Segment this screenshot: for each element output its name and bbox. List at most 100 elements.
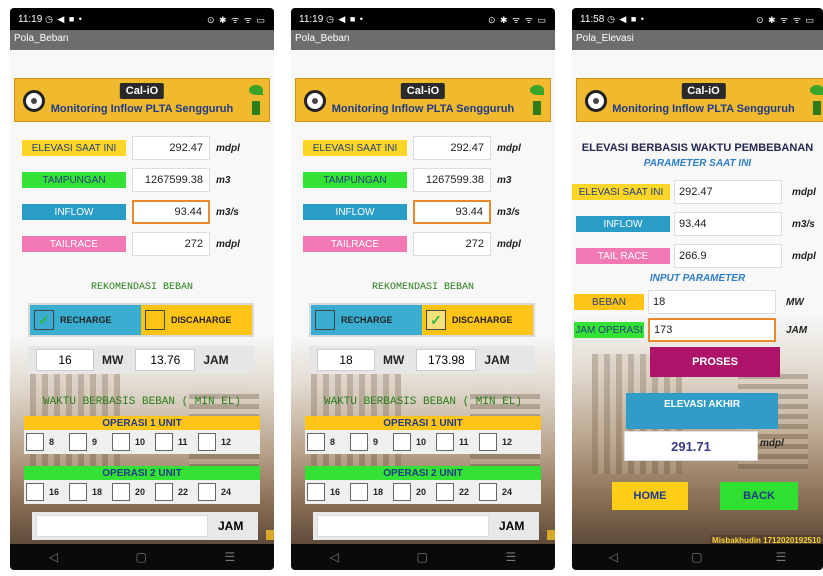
hour-checkbox[interactable]: 10	[393, 433, 428, 451]
nav-back-icon[interactable]: ◁	[609, 550, 618, 564]
value-inflow[interactable]: 93.44	[132, 200, 210, 224]
nav-menu-icon[interactable]: ☰	[505, 550, 516, 564]
edge-tag	[547, 530, 555, 540]
field-tailrace: TAIL RACE 266.9 mdpl	[576, 244, 816, 268]
hour-checkbox[interactable]: 22	[436, 483, 471, 501]
hour-checkbox[interactable]: 16	[307, 483, 342, 501]
unit-inflow: m3/s	[216, 206, 239, 218]
field-elevasi: ELEVASI SAAT INI 292.47 mdpl	[572, 180, 816, 204]
checkbox-icon	[198, 483, 216, 501]
field-inflow: INFLOW 93.44 m3/s	[576, 212, 815, 236]
hour-checkbox[interactable]: 20	[112, 483, 147, 501]
value-tailrace[interactable]: 272	[132, 232, 210, 256]
checkbox-icon	[436, 433, 454, 451]
label-elevasi: ELEVASI SAAT INI	[572, 184, 670, 200]
back-button[interactable]: BACK	[720, 482, 798, 510]
hour-label: 24	[502, 487, 513, 497]
beban-input[interactable]: 18	[648, 290, 776, 314]
android-nav-bar: ◁ ▢ ☰	[10, 544, 274, 570]
discharge-label: DISCAHARGE	[452, 315, 513, 325]
plant-icon	[530, 85, 544, 115]
operasi-1-panel: OPERASI 1 UNIT 8 9 10 11 12	[305, 416, 541, 454]
field-elevasi: ELEVASI SAAT INI 292.47 mdpl	[303, 136, 521, 160]
nav-menu-icon[interactable]: ☰	[776, 550, 787, 564]
value-elevasi[interactable]: 292.47	[413, 136, 491, 160]
nav-home-icon[interactable]: ▢	[691, 550, 702, 564]
app-banner: Cal-iO Monitoring Inflow PLTA Sengguruh	[14, 78, 270, 122]
value-inflow[interactable]: 93.44	[413, 200, 491, 224]
jam-total-unit: JAM	[499, 519, 525, 533]
value-elevasi[interactable]: 292.47	[132, 136, 210, 160]
hour-checkbox[interactable]: 18	[69, 483, 104, 501]
nav-home-icon[interactable]: ▢	[136, 550, 147, 564]
label-tampungan: TAMPUNGAN	[22, 172, 126, 188]
app-title: Pola_Elevasi	[572, 30, 823, 50]
field-tailrace: TAILRACE 272 mdpl	[22, 232, 240, 256]
hour-checkbox[interactable]: 22	[155, 483, 190, 501]
field-tampungan: TAMPUNGAN 1267599.38 m3	[303, 168, 511, 192]
home-button[interactable]: HOME	[612, 482, 688, 510]
phone-screen-pola-beban-2: 11:19 ◷ ◀ ■ • ⊙ ✱ ᯤ ᯤ ▭ Pola_Beban Cal-i…	[291, 8, 555, 570]
nav-back-icon[interactable]: ◁	[49, 550, 58, 564]
proses-button[interactable]: PROSES	[650, 347, 780, 377]
rekomendasi-heading: REKOMENDASI BEBAN	[90, 282, 194, 293]
checkbox-icon	[393, 433, 411, 451]
hour-checkbox[interactable]: 8	[26, 433, 61, 451]
nav-back-icon[interactable]: ◁	[330, 550, 339, 564]
checkbox-icon	[307, 433, 325, 451]
mode-toggle: RECHARGE ✓ DISCAHARGE	[309, 303, 535, 337]
hour-label: 20	[416, 487, 427, 497]
jam-total-row: JAM	[313, 512, 539, 540]
android-nav-bar: ◁ ▢ ☰	[572, 544, 823, 570]
plant-icon	[810, 85, 823, 115]
recharge-toggle[interactable]: ✓ RECHARGE	[30, 305, 141, 335]
hour-checkbox[interactable]: 20	[393, 483, 428, 501]
phone-screen-pola-beban-1: 11:19 ◷ ◀ ■ • ⊙ ✱ ᯤ ᯤ ▭ Pola_Beban Cal-i…	[10, 8, 274, 570]
label-tailrace: TAILRACE	[303, 236, 407, 252]
hour-checkbox[interactable]: 12	[479, 433, 514, 451]
hour-checkbox[interactable]: 9	[350, 433, 385, 451]
value-elevasi[interactable]: 292.47	[674, 180, 782, 204]
value-tailrace[interactable]: 266.9	[674, 244, 782, 268]
hour-checkbox[interactable]: 10	[112, 433, 147, 451]
jam-total-field[interactable]	[317, 515, 489, 537]
hour-checkbox[interactable]: 16	[26, 483, 61, 501]
value-tampungan[interactable]: 1267599.38	[132, 168, 210, 192]
jam-value[interactable]: 173.98	[416, 349, 477, 371]
hour-checkbox[interactable]: 8	[307, 433, 342, 451]
hour-checkbox[interactable]: 9	[69, 433, 104, 451]
value-tampungan[interactable]: 1267599.38	[413, 168, 491, 192]
nav-home-icon[interactable]: ▢	[417, 550, 428, 564]
hour-checkbox[interactable]: 12	[198, 433, 233, 451]
hour-checkbox[interactable]: 18	[350, 483, 385, 501]
discharge-toggle[interactable]: DISCAHARGE	[141, 305, 252, 335]
discharge-toggle[interactable]: ✓ DISCAHARGE	[422, 305, 533, 335]
jam-operasi-input[interactable]: 173	[648, 318, 776, 342]
hour-checkbox[interactable]: 24	[479, 483, 514, 501]
recharge-toggle[interactable]: RECHARGE	[311, 305, 422, 335]
label-tailrace: TAILRACE	[22, 236, 126, 252]
hour-label: 22	[459, 487, 470, 497]
value-inflow[interactable]: 93.44	[674, 212, 782, 236]
operasi-1-checkboxes: 8 9 10 11 12	[24, 430, 260, 454]
hour-checkbox[interactable]: 11	[436, 433, 471, 451]
page-title: ELEVASI BERBASIS WAKTU PEMBEBANAN	[581, 142, 814, 154]
hour-label: 9	[92, 437, 98, 447]
mw-value[interactable]: 18	[317, 349, 375, 371]
jam-value[interactable]: 13.76	[135, 349, 196, 371]
hour-label: 12	[502, 437, 513, 447]
hour-checkbox[interactable]: 24	[198, 483, 233, 501]
unit-elevasi: mdpl	[216, 142, 240, 154]
status-icons: ◷ ◀ ■ •	[607, 13, 645, 24]
check-icon: ✓	[34, 310, 54, 330]
mw-value[interactable]: 16	[36, 349, 94, 371]
value-tailrace[interactable]: 272	[413, 232, 491, 256]
hour-label: 8	[330, 437, 336, 447]
label-elevasi: ELEVASI SAAT INI	[303, 140, 407, 156]
jam-total-field[interactable]	[36, 515, 208, 537]
label-tampungan: TAMPUNGAN	[303, 172, 407, 188]
hour-checkbox[interactable]: 11	[155, 433, 190, 451]
hour-label: 24	[221, 487, 232, 497]
banner-badge: Cal-iO	[400, 83, 446, 99]
nav-menu-icon[interactable]: ☰	[224, 550, 235, 564]
